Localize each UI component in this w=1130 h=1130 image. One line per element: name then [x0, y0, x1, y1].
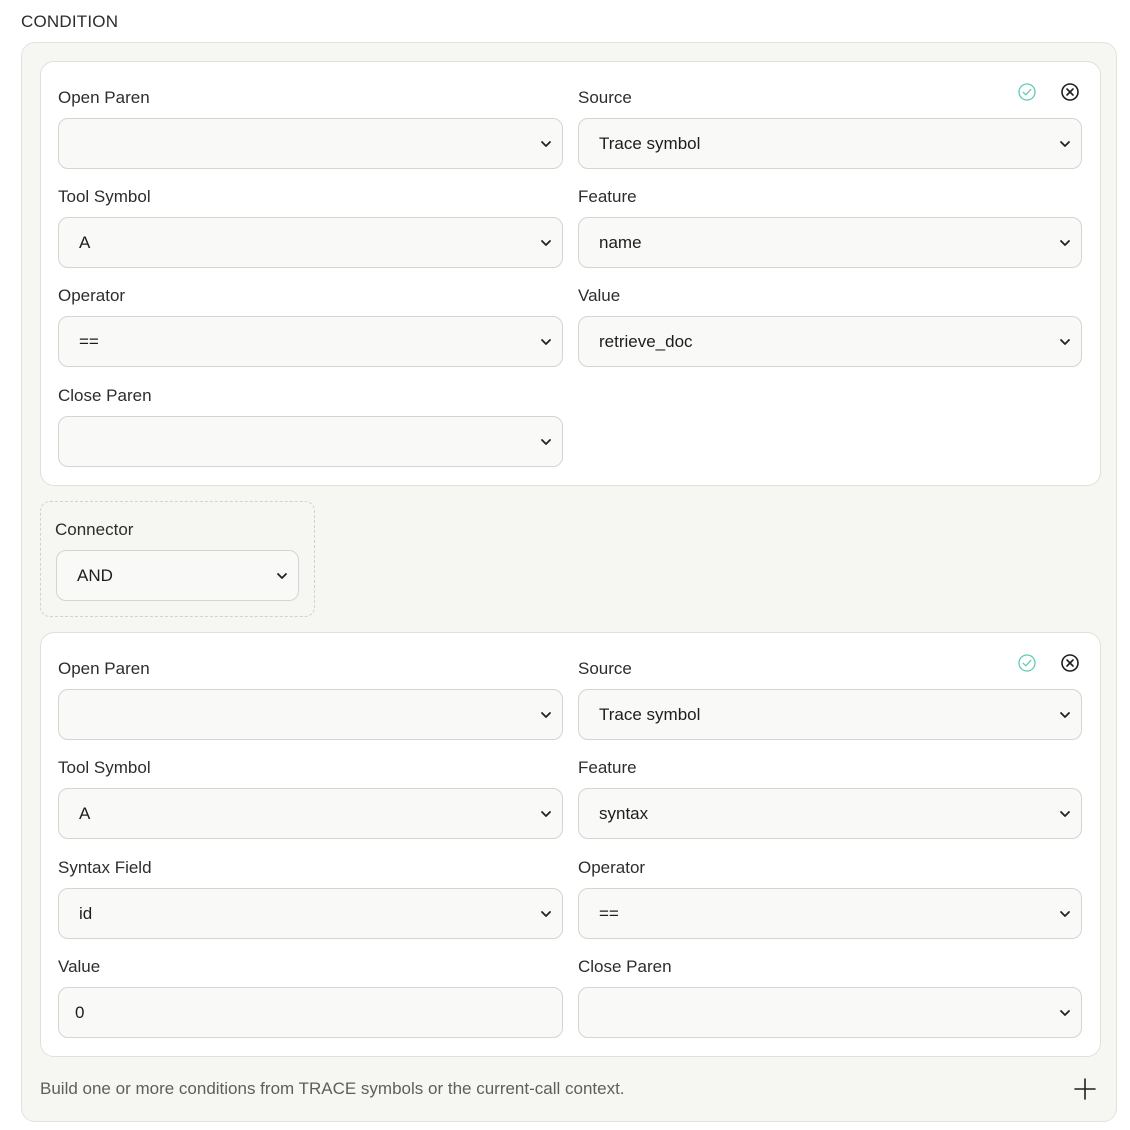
- tool-symbol-label: Tool Symbol: [58, 187, 151, 206]
- condition-card: Open Paren Source Trace symbol Tool Symb…: [40, 632, 1101, 1057]
- feature-value: name: [599, 233, 642, 252]
- chevron-down-icon: [1060, 339, 1070, 345]
- syntax-field-select[interactable]: id: [58, 888, 563, 939]
- chevron-down-icon: [1060, 811, 1070, 817]
- connector-value: AND: [77, 566, 113, 585]
- open-paren-label: Open Paren: [58, 88, 150, 107]
- source-label: Source: [578, 88, 632, 107]
- connector-label: Connector: [55, 520, 134, 539]
- chevron-down-icon: [541, 141, 551, 147]
- syntax-field-label: Syntax Field: [58, 858, 152, 877]
- source-label: Source: [578, 659, 632, 678]
- close-circle-icon[interactable]: [1060, 653, 1080, 673]
- source-select[interactable]: Trace symbol: [578, 689, 1082, 740]
- tool-symbol-select[interactable]: A: [58, 217, 563, 268]
- chevron-down-icon: [1060, 240, 1070, 246]
- close-paren-label: Close Paren: [58, 386, 152, 405]
- open-paren-select[interactable]: [58, 689, 563, 740]
- open-paren-select[interactable]: [58, 118, 563, 169]
- value-input[interactable]: 0: [58, 987, 563, 1038]
- feature-label: Feature: [578, 758, 637, 777]
- section-title: CONDITION: [21, 12, 119, 31]
- chevron-down-icon: [541, 339, 551, 345]
- close-paren-select[interactable]: [578, 987, 1082, 1038]
- chevron-down-icon: [277, 573, 287, 579]
- condition-builder-panel: Open Paren Source Trace symbol Tool Symb…: [21, 42, 1117, 1122]
- feature-select[interactable]: name: [578, 217, 1082, 268]
- chevron-down-icon: [541, 911, 551, 917]
- value-value: retrieve_doc: [599, 332, 693, 351]
- chevron-down-icon: [1060, 911, 1070, 917]
- operator-label: Operator: [578, 858, 646, 877]
- chevron-down-icon: [541, 712, 551, 718]
- chevron-down-icon: [1060, 712, 1070, 718]
- tool-symbol-select[interactable]: A: [58, 788, 563, 839]
- tool-symbol-label: Tool Symbol: [58, 758, 151, 777]
- tool-symbol-value: A: [79, 804, 91, 823]
- close-paren-select[interactable]: [58, 416, 563, 467]
- feature-select[interactable]: syntax: [578, 788, 1082, 839]
- chevron-down-icon: [541, 811, 551, 817]
- condition-card: Open Paren Source Trace symbol Tool Symb…: [40, 61, 1101, 486]
- connector-select[interactable]: AND: [56, 550, 299, 601]
- value-label: Value: [578, 286, 621, 305]
- check-circle-icon[interactable]: [1017, 653, 1037, 673]
- close-paren-label: Close Paren: [578, 957, 672, 976]
- plus-icon[interactable]: [1073, 1077, 1097, 1101]
- feature-label: Feature: [578, 187, 637, 206]
- source-select[interactable]: Trace symbol: [578, 118, 1082, 169]
- operator-select[interactable]: ==: [58, 316, 563, 367]
- value-select[interactable]: retrieve_doc: [578, 316, 1082, 367]
- operator-value: ==: [599, 904, 619, 923]
- help-text: Build one or more conditions from TRACE …: [40, 1079, 625, 1098]
- check-circle-icon[interactable]: [1017, 82, 1037, 102]
- chevron-down-icon: [1060, 141, 1070, 147]
- value-label: Value: [58, 957, 101, 976]
- operator-value: ==: [79, 332, 99, 351]
- source-value: Trace symbol: [599, 134, 701, 153]
- source-value: Trace symbol: [599, 705, 701, 724]
- connector-group: Connector AND: [40, 501, 315, 617]
- feature-value: syntax: [599, 804, 649, 823]
- open-paren-label: Open Paren: [58, 659, 150, 678]
- chevron-down-icon: [1060, 1010, 1070, 1016]
- value-input-text: 0: [75, 1003, 85, 1022]
- close-circle-icon[interactable]: [1060, 82, 1080, 102]
- tool-symbol-value: A: [79, 233, 91, 252]
- chevron-down-icon: [541, 439, 551, 445]
- chevron-down-icon: [541, 240, 551, 246]
- operator-select[interactable]: ==: [578, 888, 1082, 939]
- operator-label: Operator: [58, 286, 126, 305]
- syntax-field-value: id: [79, 904, 93, 923]
